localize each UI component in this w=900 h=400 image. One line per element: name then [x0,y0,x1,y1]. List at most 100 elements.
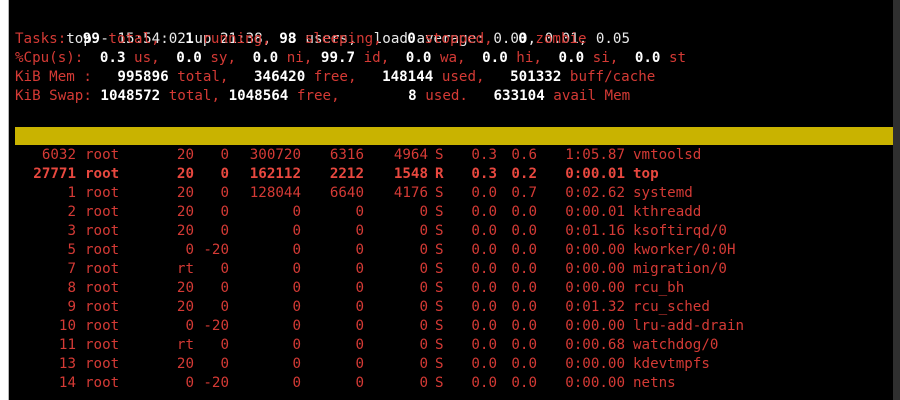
cell-pid: 10 [58,318,76,334]
table-row[interactable]: 5 root 0 -20 0 0 0 S 0.0 0.0 0:00.00 kworker/0:0H [15,241,899,260]
cell-command: vmtoolsd [633,147,702,163]
cell-cpu: 0.0 [471,242,497,258]
swap-free: 1048564 [228,88,289,104]
cell-command: systemd [633,185,693,201]
cell-ni: -20 [203,242,229,258]
swap-total-label: total, [160,88,229,104]
table-row[interactable]: 13 root 20 0 0 0 0 S 0.0 0.0 0:00.00 kdevtmpfs [15,355,899,374]
cell-state: S [435,261,444,277]
table-row[interactable]: 11 root rt 0 0 0 0 S 0.0 0.0 0:00.68 watchdog/0 [15,336,899,355]
table-row[interactable]: 7 root rt 0 0 0 0 S 0.0 0.0 0:00.00 migration/0 [15,260,899,279]
cpu-hi-label: hi, [507,50,551,66]
table-row[interactable]: 10 root 0 -20 0 0 0 S 0.0 0.0 0:00.00 lru-add-drain [15,317,899,336]
cpu-si-label: si, [584,50,627,66]
cell-pr: 20 [176,299,194,315]
cell-ni: -20 [203,375,229,391]
tasks-zombie: 0 [518,31,527,47]
cell-mem: 0.0 [511,356,537,372]
table-row[interactable]: 6032 root 20 0 300720 6316 4964 S 0.3 0.6 1:05.87 v… [15,146,899,165]
cell-time: 1:05.87 [565,147,625,163]
cell-shr: 0 [419,356,428,372]
cell-res: 0 [355,318,364,334]
swap-label: KiB Swap: [15,88,101,104]
cell-res: 0 [355,337,364,353]
swap-avail: 633104 [493,88,545,104]
cell-cpu: 0.0 [471,204,497,220]
tasks-zombie-label: zombie [526,31,587,47]
cell-user: root [85,375,120,391]
cell-state: S [435,147,444,163]
swap-used-label: used. [416,88,477,104]
table-row[interactable]: 1 root 20 0 128044 6640 4176 S 0.0 0.7 0:02.62 syst… [15,184,899,203]
cell-pid: 8 [67,280,76,296]
cell-virt: 0 [292,280,301,296]
cell-pid: 2 [67,204,76,220]
cell-user: root [85,166,120,182]
cell-command: kthreadd [633,204,702,220]
cell-pid: 1 [67,185,76,201]
cell-pr: 20 [176,356,194,372]
cell-shr: 0 [419,261,428,277]
cell-state: S [435,280,444,296]
cell-user: root [85,261,120,277]
cell-time: 0:00.00 [565,261,625,277]
cell-virt: 162112 [249,166,301,182]
cell-virt: 0 [292,204,301,220]
cell-user: root [85,204,120,220]
cell-command: ksoftirqd/0 [633,223,727,239]
cell-user: root [85,223,120,239]
cell-virt: 300720 [249,147,301,163]
cell-shr: 0 [419,223,428,239]
mem-label: KiB Mem : [15,69,101,85]
swap-free-label: free, [288,88,349,104]
cell-mem: 0.0 [511,280,537,296]
cell-time: 0:00.00 [565,356,625,372]
cell-ni: 0 [220,337,229,353]
cell-shr: 4964 [393,147,428,163]
table-row[interactable]: 8 root 20 0 0 0 0 S 0.0 0.0 0:00.00 rcu_bh [15,279,899,298]
cell-shr: 4176 [393,185,428,201]
terminal-screen[interactable]: top - 15:54:02 up 21:38, 3 users, load a… [8,0,900,400]
cell-pr: 20 [176,223,194,239]
table-row[interactable]: 27771 root 20 0 162112 2212 1548 R 0.3 0.2 0:00.01… [15,165,899,184]
cell-user: root [85,356,120,372]
scrollbar[interactable] [893,0,900,400]
table-row[interactable]: 3 root 20 0 0 0 0 S 0.0 0.0 0:01.16 ksoftirqd/0 [15,222,899,241]
cell-virt: 0 [292,318,301,334]
tasks-running: 1 [185,31,194,47]
cpu-us: 0.3 [99,50,126,66]
cell-mem: 0.0 [511,261,537,277]
cell-mem: 0.7 [511,185,537,201]
cell-pid: 13 [58,356,76,372]
cell-time: 0:00.00 [565,375,625,391]
cell-mem: 0.0 [511,375,537,391]
cell-res: 0 [355,261,364,277]
tasks-stopped: 0 [407,31,416,47]
cell-res: 0 [355,223,364,239]
cell-user: root [85,185,120,201]
cpu-wa-label: wa, [431,50,475,66]
cell-time: 0:00.01 [565,204,625,220]
swap-used: 8 [408,88,417,104]
cell-cpu: 0.0 [471,375,497,391]
cell-pid: 6032 [41,147,76,163]
cell-res: 0 [355,299,364,315]
tasks-sleeping-label: sleeping, [296,31,391,47]
cpu-st: 0.0 [634,50,661,66]
cell-virt: 0 [292,356,301,372]
process-table-header: PID USER PR NI VIRT RES SHR S %CPU %MEM … [15,127,899,360]
cell-mem: 0.2 [511,166,537,182]
table-row[interactable]: 14 root 0 -20 0 0 0 S 0.0 0.0 0:00.00 netns [15,374,899,393]
cell-cpu: 0.0 [471,356,497,372]
table-row[interactable]: 2 root 20 0 0 0 0 S 0.0 0.0 0:00.01 kthreadd [15,203,899,222]
cell-res: 0 [355,280,364,296]
cell-ni: 0 [220,356,229,372]
cell-mem: 0.0 [511,318,537,334]
mem-total: 995896 [117,69,169,85]
table-row[interactable]: 9 root 20 0 0 0 0 S 0.0 0.0 0:01.32 rcu_sched [15,298,899,317]
tasks-label: Tasks: [15,31,75,47]
cell-state: S [435,318,444,334]
cell-command: top [633,166,659,182]
cell-pr: 20 [176,166,194,182]
cell-cpu: 0.0 [471,299,497,315]
